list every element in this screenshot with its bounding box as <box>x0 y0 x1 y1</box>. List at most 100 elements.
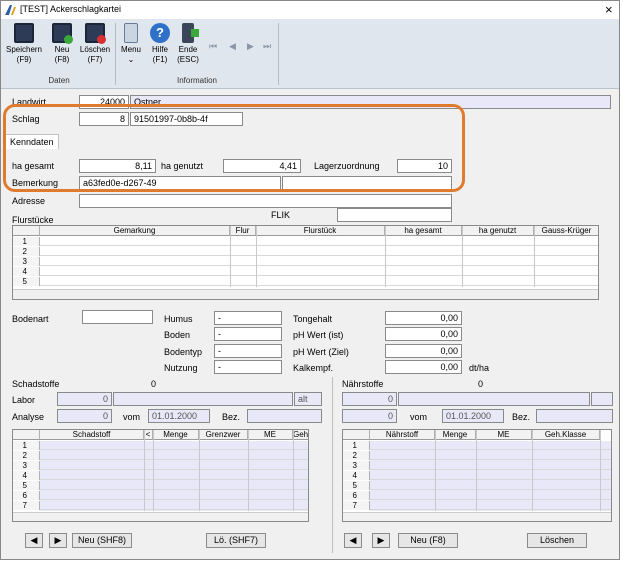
table-row[interactable]: 7 <box>13 501 308 510</box>
table-row[interactable]: 4 <box>343 471 611 480</box>
flik-field[interactable] <box>337 208 452 222</box>
table-row[interactable]: 6 <box>13 491 308 500</box>
section-divider <box>332 377 333 553</box>
analyse-number-field[interactable]: 0 <box>57 409 112 423</box>
column-header-ha-gesamt[interactable]: ha gesamt <box>385 226 462 236</box>
column-header-geh[interactable]: Geh. <box>293 430 308 440</box>
boden-field[interactable]: - <box>214 327 282 341</box>
table-row[interactable]: 6 <box>343 491 611 500</box>
table-row[interactable]: 3 <box>13 461 308 470</box>
horizontal-scrollbar[interactable] <box>13 512 308 521</box>
menu-button[interactable]: Menu ⌄ <box>119 23 143 65</box>
delete-record-icon <box>85 23 106 44</box>
table-row[interactable]: 4 <box>13 471 308 480</box>
column-header-ha-genutzt[interactable]: ha genutzt <box>462 226 534 236</box>
ph-ziel-field[interactable]: 0,00 <box>385 344 462 358</box>
exit-shortcut: (ESC) <box>177 55 199 64</box>
naehrstoffe-analyse-number-field[interactable]: 0 <box>342 409 397 423</box>
adresse-field[interactable] <box>79 194 452 208</box>
bodenart-field[interactable] <box>82 310 153 324</box>
naehrstoffe-labor-alt-field[interactable] <box>591 392 613 406</box>
table-row[interactable]: 5 <box>13 277 598 286</box>
column-header-geh-klasse[interactable]: Geh.Klasse <box>532 430 600 440</box>
schadstoffe-prev-button[interactable]: ◀ <box>25 533 43 548</box>
table-row[interactable]: 2 <box>343 451 611 460</box>
nav-prev-icon[interactable]: ◀ <box>229 41 236 52</box>
new-button[interactable]: Neu (F8) <box>47 23 77 65</box>
row-number: 6 <box>13 491 40 500</box>
nav-last-icon[interactable]: ⏭ <box>263 41 271 52</box>
bez-field[interactable] <box>247 409 322 423</box>
bez-label: Bez. <box>222 412 241 422</box>
table-row[interactable]: 1 <box>343 441 611 450</box>
column-header-me[interactable]: ME <box>248 430 293 440</box>
schadstoffe-title: Schadstoffe <box>12 379 60 389</box>
exit-button[interactable]: Ende (ESC) <box>175 23 201 65</box>
column-header-flurstueck[interactable]: Flurstück <box>256 226 385 236</box>
schadstoffe-delete-button[interactable]: Lö. (SHF7) <box>206 533 266 548</box>
naehrstoffe-prev-button[interactable]: ◀ <box>344 533 362 548</box>
save-icon <box>14 23 34 43</box>
bodentyp-field[interactable]: - <box>214 344 282 358</box>
column-header-menge[interactable]: Menge <box>435 430 476 440</box>
horizontal-scrollbar[interactable] <box>343 512 611 521</box>
column-header-flur[interactable]: Flur <box>230 226 256 236</box>
table-header-corner <box>343 430 370 440</box>
nav-next-icon[interactable]: ▶ <box>247 41 254 52</box>
row-number: 2 <box>13 247 40 256</box>
schadstoffe-next-button[interactable]: ▶ <box>49 533 67 548</box>
naehrstoffe-delete-button[interactable]: Löschen <box>527 533 587 548</box>
kalkempf-field[interactable]: 0,00 <box>385 360 462 374</box>
delete-button[interactable]: Löschen (F7) <box>78 23 112 65</box>
naehrstoffe-labor-number-field[interactable]: 0 <box>342 392 397 406</box>
table-row[interactable]: 4 <box>13 267 598 276</box>
tongehalt-field[interactable]: 0,00 <box>385 311 462 325</box>
table-row[interactable]: 1 <box>13 237 598 246</box>
table-row[interactable]: 2 <box>13 451 308 460</box>
table-row[interactable]: 1 <box>13 441 308 450</box>
table-row[interactable]: 3 <box>13 257 598 266</box>
column-header-schadstoff[interactable]: Schadstoff <box>40 430 144 440</box>
humus-field[interactable]: - <box>214 311 282 325</box>
labor-name-field[interactable] <box>113 392 293 406</box>
table-row[interactable]: 3 <box>343 461 611 470</box>
delete-label: Löschen <box>79 45 111 54</box>
table-row[interactable]: 5 <box>343 481 611 490</box>
labor-number-field[interactable]: 0 <box>57 392 112 406</box>
ph-ist-field[interactable]: 0,00 <box>385 327 462 341</box>
naehrstoffe-labor-name-field[interactable] <box>398 392 590 406</box>
naehrstoffe-date-field[interactable]: 01.01.2000 <box>442 409 504 423</box>
column-header-naehrstoff[interactable]: Nährstoff <box>370 430 435 440</box>
flurstuecke-table[interactable]: Gemarkung Flur Flurstück ha gesamt ha ge… <box>12 225 599 300</box>
schadstoffe-new-button[interactable]: Neu (SHF8) <box>72 533 132 548</box>
analyse-date-field[interactable]: 01.01.2000 <box>148 409 210 423</box>
nutzung-field[interactable]: - <box>214 360 282 374</box>
table-row[interactable]: 5 <box>13 481 308 490</box>
naehrstoffe-new-button[interactable]: Neu (F8) <box>398 533 458 548</box>
boden-label: Boden <box>164 330 191 340</box>
column-divider <box>462 226 463 287</box>
column-header-gauss-krueger[interactable]: Gauss-Krüger <box>534 226 598 236</box>
flik-label: FLIK <box>271 210 291 220</box>
horizontal-scrollbar[interactable] <box>13 289 598 299</box>
help-button[interactable]: ? Hilfe (F1) <box>149 23 171 65</box>
exit-door-icon <box>182 23 199 43</box>
save-button[interactable]: Speichern (F9) <box>5 23 43 65</box>
close-icon[interactable]: × <box>605 2 613 17</box>
naehrstoffe-table[interactable]: Nährstoff Menge ME Geh.Klasse 1 2 3 4 5 … <box>342 429 612 522</box>
table-row[interactable]: 2 <box>13 247 598 256</box>
column-divider <box>248 430 249 511</box>
chevron-down-icon: ⌄ <box>127 55 135 64</box>
table-row[interactable]: 7 <box>343 501 611 510</box>
column-header-less-than[interactable]: < <box>144 430 153 440</box>
column-header-gemarkung[interactable]: Gemarkung <box>40 226 230 236</box>
naehrstoffe-next-button[interactable]: ▶ <box>372 533 390 548</box>
column-header-menge[interactable]: Menge <box>153 430 199 440</box>
column-header-grenzwert[interactable]: Grenzwer <box>199 430 248 440</box>
labor-alt-field[interactable]: alt <box>294 392 322 406</box>
column-header-me[interactable]: ME <box>476 430 532 440</box>
schadstoffe-table[interactable]: Schadstoff < Menge Grenzwer ME Geh. 1 2 … <box>12 429 309 522</box>
nav-first-icon[interactable]: ⏮ <box>209 41 217 52</box>
new-label: Neu <box>54 45 70 54</box>
naehrstoffe-bez-field[interactable] <box>536 409 613 423</box>
